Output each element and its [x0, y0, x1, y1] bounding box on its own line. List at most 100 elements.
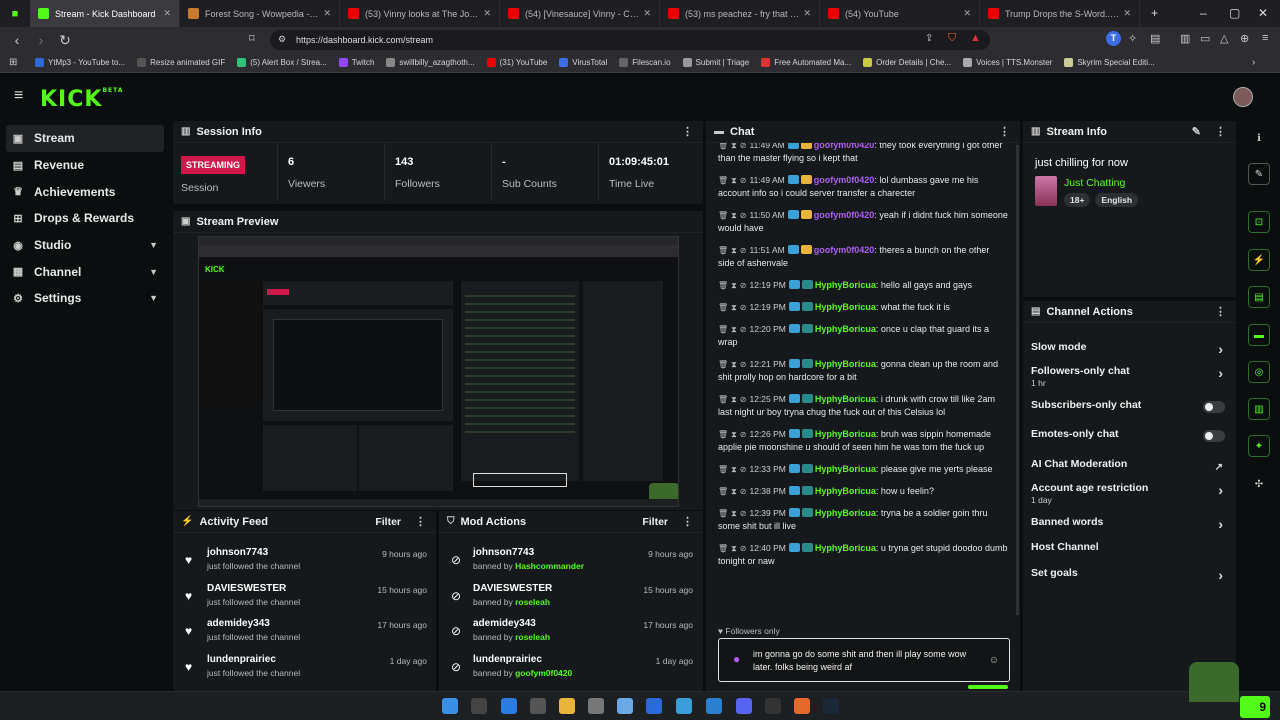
chat-username[interactable]: HyphyBoricua: [815, 429, 876, 439]
chat-input[interactable]: ● im gonna go do some shit and then ill …: [718, 638, 1010, 682]
delete-message-icon[interactable]: 🗑: [718, 430, 728, 439]
delete-message-icon[interactable]: 🗑: [718, 143, 728, 150]
moderator-name[interactable]: Hashcommander: [515, 561, 584, 571]
extension-t-icon[interactable]: T: [1106, 31, 1121, 46]
message-icon[interactable]: ▬: [1248, 324, 1270, 346]
mod-action-username[interactable]: johnson7743: [473, 547, 534, 558]
bookmark-item[interactable]: Voices | TTS.Monster: [963, 58, 1052, 67]
wallet-icon[interactable]: ▭: [1200, 32, 1210, 45]
site-info-icon[interactable]: ⚙: [278, 34, 286, 45]
rewards-icon[interactable]: ▲: [970, 32, 981, 44]
channel-action-slow-mode[interactable]: Slow mode ›: [1023, 341, 1233, 367]
bookmark-item[interactable]: swillbilly_azagthoth...: [386, 58, 475, 67]
stream-preview-video[interactable]: KICK: [198, 236, 679, 507]
avatar[interactable]: [1233, 87, 1253, 107]
ban-user-icon[interactable]: ⊘: [740, 487, 747, 496]
timeout-icon[interactable]: ⧗: [731, 303, 737, 312]
plugins-icon[interactable]: ✣: [1248, 473, 1270, 495]
activity-more-icon[interactable]: ⋮: [415, 515, 426, 528]
menu-icon[interactable]: ≡: [1262, 32, 1268, 44]
bookmark-item[interactable]: (5) Alert Box / Strea...: [237, 58, 327, 67]
stream-info-more-icon[interactable]: ⋮: [1215, 125, 1226, 138]
chat-username[interactable]: HyphyBoricua: [815, 486, 876, 496]
toggle-switch[interactable]: [1203, 401, 1225, 413]
ban-user-icon[interactable]: ⊘: [740, 143, 747, 150]
chevron-right-icon[interactable]: ›: [1218, 341, 1223, 357]
bookmark-item[interactable]: Twitch: [338, 58, 374, 67]
share-icon[interactable]: ⇪: [925, 33, 933, 44]
sidebar-item-revenue[interactable]: ▤ Revenue: [0, 152, 170, 179]
bookmark-item[interactable]: Submit | Triage: [682, 58, 749, 67]
mod-action-username[interactable]: DAVIESWESTER: [473, 583, 552, 594]
timeout-icon[interactable]: ⧗: [731, 360, 737, 369]
channel-action-set-goals[interactable]: Set goals ›: [1023, 567, 1233, 593]
tab-close-icon[interactable]: ✕: [643, 8, 651, 19]
chat-scrollbar[interactable]: [1016, 145, 1019, 615]
brave-shield-icon[interactable]: ⛉: [948, 32, 956, 45]
taskbar-app-icon[interactable]: [588, 698, 604, 714]
chat-username[interactable]: HyphyBoricua: [815, 464, 876, 474]
session-more-icon[interactable]: ⋮: [682, 125, 693, 138]
extensions-icon[interactable]: ✧: [1128, 32, 1137, 45]
delete-message-icon[interactable]: 🗑: [718, 211, 728, 220]
broadcast-icon[interactable]: ◎: [1248, 361, 1270, 383]
delete-message-icon[interactable]: 🗑: [718, 487, 728, 496]
ban-user-icon[interactable]: ⊘: [740, 303, 747, 312]
delete-message-icon[interactable]: 🗑: [718, 509, 728, 518]
browser-tab[interactable]: (53) ms peachez - fry that chicken✕: [660, 0, 820, 27]
activity-filter-button[interactable]: Filter: [375, 516, 401, 528]
timeout-icon[interactable]: ⧗: [731, 176, 737, 185]
timeout-icon[interactable]: ⧗: [731, 211, 737, 220]
sidebar-item-channel[interactable]: ▦ Channel ▼: [0, 258, 170, 285]
brave-icon[interactable]: [794, 698, 810, 714]
timeout-icon[interactable]: ⧗: [731, 325, 737, 334]
browser-tab[interactable]: Trump Drops the S-Word... and The ✕: [980, 0, 1140, 27]
chevron-down-icon[interactable]: ▼: [149, 240, 158, 250]
taskbar-app-icon[interactable]: [646, 698, 662, 714]
chat-username[interactable]: goofym0f0420: [814, 175, 875, 185]
activity-username[interactable]: lundenprairiec: [207, 654, 276, 665]
tab-close-icon[interactable]: ✕: [323, 8, 331, 19]
layout-icon[interactable]: ▥: [1248, 398, 1270, 420]
mic-icon[interactable]: ●: [733, 652, 740, 666]
ban-user-icon[interactable]: ⊘: [740, 544, 747, 553]
edit-pen-icon[interactable]: ✎: [1248, 163, 1270, 185]
chevron-down-icon[interactable]: ▼: [149, 267, 158, 277]
channel-action-account-age-restriction[interactable]: Account age restriction 1 day ›: [1023, 482, 1233, 508]
ban-user-icon[interactable]: ⊘: [740, 211, 747, 220]
taskbar-app-icon[interactable]: [676, 698, 692, 714]
steam-icon[interactable]: [823, 698, 839, 714]
bookmark-item[interactable]: Order Details | Che...: [863, 58, 951, 67]
category-link[interactable]: Just Chatting: [1064, 177, 1125, 189]
delete-message-icon[interactable]: 🗑: [718, 281, 728, 290]
chat-username[interactable]: HyphyBoricua: [815, 543, 876, 553]
chat-username[interactable]: goofym0f0420: [814, 245, 875, 255]
channel-action-subscribers-only-chat[interactable]: Subscribers-only chat: [1023, 399, 1233, 425]
notification-badge[interactable]: 9: [1240, 696, 1270, 718]
browser-tab[interactable]: (54) [Vinesauce] Vinny - Corruption ✕: [500, 0, 660, 27]
moderator-name[interactable]: roseleah: [515, 632, 550, 642]
leo-icon[interactable]: △: [1220, 32, 1228, 45]
ban-user-icon[interactable]: ⊘: [740, 430, 747, 439]
forward-icon[interactable]: ›: [34, 32, 48, 48]
minimize-icon[interactable]: –: [1200, 6, 1207, 20]
bookmark-item[interactable]: Resize animated GIF: [137, 58, 225, 67]
ban-user-icon[interactable]: ⊘: [740, 281, 747, 290]
lightning-icon[interactable]: ⚡: [1248, 249, 1270, 271]
discord-icon[interactable]: [736, 698, 752, 714]
bookmark-icon[interactable]: ⌑: [249, 32, 255, 45]
timeout-icon[interactable]: ⧗: [731, 509, 737, 518]
timeout-icon[interactable]: ⧗: [731, 143, 737, 150]
delete-message-icon[interactable]: 🗑: [718, 246, 728, 255]
timeout-icon[interactable]: ⧗: [731, 281, 737, 290]
chat-username[interactable]: HyphyBoricua: [815, 324, 876, 334]
tab-close-icon[interactable]: ✕: [483, 8, 491, 19]
chat-username[interactable]: HyphyBoricua: [815, 508, 876, 518]
maximize-icon[interactable]: ▢: [1229, 6, 1240, 20]
delete-message-icon[interactable]: 🗑: [718, 360, 728, 369]
reload-icon[interactable]: ↻: [58, 32, 72, 49]
chat-username[interactable]: HyphyBoricua: [815, 394, 876, 404]
sidebar-toggle-icon[interactable]: ▥: [1180, 32, 1190, 45]
edit-icon[interactable]: ✎: [1192, 125, 1201, 138]
taskbar-app-icon[interactable]: [706, 698, 722, 714]
